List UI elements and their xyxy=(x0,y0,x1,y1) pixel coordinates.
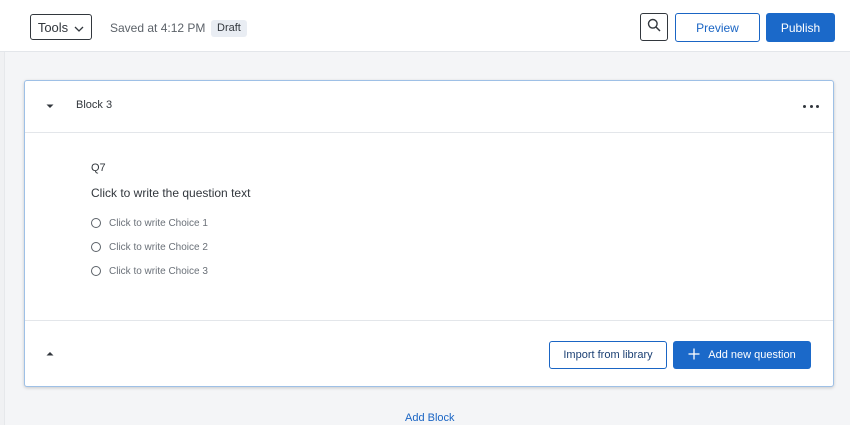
more-horizontal-icon[interactable] xyxy=(803,100,819,112)
question-block: Block 3 Q7 Click to write the question t… xyxy=(24,80,834,387)
choice-label[interactable]: Click to write Choice 1 xyxy=(109,218,208,229)
caret-up-icon xyxy=(43,348,57,365)
tools-label: Tools xyxy=(37,19,69,35)
import-from-library-button[interactable]: Import from library xyxy=(549,341,667,369)
block-footer: Import from library Add new question xyxy=(25,320,833,387)
question-area: Q7 Click to write the question text Clic… xyxy=(25,133,833,320)
top-toolbar: Tools Saved at 4:12 PM Draft Preview Pub… xyxy=(0,0,850,52)
add-new-question-button[interactable]: Add new question xyxy=(673,341,811,369)
choice-option[interactable]: Click to write Choice 1 xyxy=(91,215,208,231)
block-collapse-button[interactable] xyxy=(43,99,57,113)
add-block-link[interactable]: Add Block xyxy=(405,412,455,424)
block-header: Block 3 xyxy=(25,81,833,133)
block-footer-collapse-button[interactable] xyxy=(43,347,57,361)
plus-icon xyxy=(688,348,700,363)
add-new-question-label: Add new question xyxy=(708,349,796,361)
choice-option[interactable]: Click to write Choice 3 xyxy=(91,263,208,279)
choice-label[interactable]: Click to write Choice 2 xyxy=(109,242,208,253)
tools-button[interactable]: Tools xyxy=(30,14,92,40)
radio-icon xyxy=(91,218,101,228)
chevron-down-icon xyxy=(74,20,84,35)
radio-icon xyxy=(91,266,101,276)
search-icon xyxy=(647,18,661,37)
search-button[interactable] xyxy=(640,13,668,41)
radio-icon xyxy=(91,242,101,252)
preview-button[interactable]: Preview xyxy=(675,13,760,42)
block-title[interactable]: Block 3 xyxy=(76,99,112,111)
publish-button[interactable]: Publish xyxy=(766,13,835,42)
caret-down-icon xyxy=(43,100,57,117)
choice-option[interactable]: Click to write Choice 2 xyxy=(91,239,208,255)
choice-label[interactable]: Click to write Choice 3 xyxy=(109,266,208,277)
status-badge: Draft xyxy=(211,20,247,37)
question-number[interactable]: Q7 xyxy=(91,162,106,174)
question-text[interactable]: Click to write the question text xyxy=(91,186,250,200)
save-status: Saved at 4:12 PM xyxy=(110,21,206,35)
